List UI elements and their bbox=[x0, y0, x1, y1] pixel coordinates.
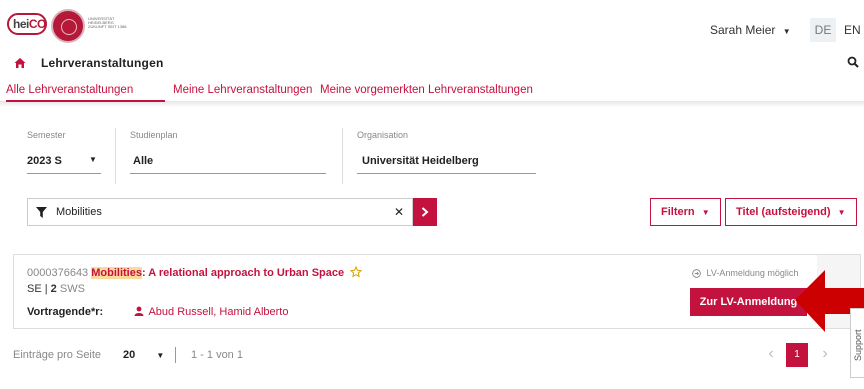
heico-logo[interactable]: heiCO bbox=[7, 13, 47, 35]
studienplan-underline bbox=[130, 173, 326, 174]
support-tab[interactable]: Support bbox=[850, 308, 864, 378]
caret-down-icon: ▼ bbox=[701, 208, 710, 217]
home-icon[interactable] bbox=[14, 57, 26, 69]
search-field[interactable]: Mobilities ✕ bbox=[27, 198, 413, 226]
pagination-next-icon[interactable]: › bbox=[818, 343, 832, 365]
top-bar: heiCO UNIVERSITÄT HEIDELBERG ZUKUNFT SEI… bbox=[0, 0, 864, 52]
sws-unit: SWS bbox=[59, 283, 85, 295]
course-type-line: SE | 2 SWS bbox=[27, 283, 85, 295]
organisation-label: Organisation bbox=[357, 130, 409, 140]
per-page-select[interactable]: 20 ▼ bbox=[123, 349, 164, 361]
studienplan-input[interactable]: Alle bbox=[133, 155, 153, 167]
pagination-prev-icon[interactable]: ‹ bbox=[764, 343, 778, 365]
search-input[interactable]: Mobilities bbox=[56, 206, 102, 218]
support-label: Support bbox=[853, 329, 863, 361]
course-id: 0000376643 bbox=[27, 267, 89, 279]
star-bookmark-icon[interactable] bbox=[349, 265, 363, 278]
university-seal-logo bbox=[51, 9, 85, 43]
sort-button-label: Titel (aufsteigend) bbox=[736, 206, 831, 218]
search-icon[interactable] bbox=[847, 56, 859, 68]
sort-button[interactable]: Titel (aufsteigend) ▼ bbox=[725, 198, 857, 226]
organisation-underline bbox=[357, 173, 536, 174]
filter-funnel-icon bbox=[36, 207, 47, 218]
result-range: 1 - 1 von 1 bbox=[191, 349, 243, 361]
course-type: SE bbox=[27, 283, 42, 295]
semester-underline bbox=[27, 173, 101, 174]
filter-divider bbox=[342, 128, 343, 184]
footer-divider bbox=[175, 347, 176, 363]
search-submit-button[interactable] bbox=[413, 198, 437, 226]
active-tab-indicator bbox=[6, 100, 165, 102]
user-menu[interactable]: Sarah Meier ▼ bbox=[710, 23, 791, 37]
lecturers-label: Vortragende*r: bbox=[27, 306, 104, 318]
university-logo-text: UNIVERSITÄT HEIDELBERG ZUKUNFT SEIT 1386 bbox=[88, 16, 127, 29]
chevron-right-icon bbox=[421, 207, 429, 217]
tab-bookmarked-courses[interactable]: Meine vorgemerkten Lehrveranstaltungen bbox=[320, 84, 533, 96]
enroll-button[interactable]: Zur LV-Anmeldung bbox=[690, 288, 807, 316]
page-title: Lehrveranstaltungen bbox=[41, 56, 164, 70]
course-title-highlight[interactable]: Mobilities bbox=[91, 267, 142, 279]
lecturers-link[interactable]: Abud Russell, Hamid Alberto bbox=[134, 306, 288, 318]
per-page-value: 20 bbox=[123, 349, 136, 361]
studienplan-label: Studienplan bbox=[130, 130, 178, 140]
tab-all-courses[interactable]: Alle Lehrveranstaltungen bbox=[6, 84, 133, 96]
course-separator: | bbox=[44, 283, 48, 295]
filter-divider bbox=[115, 128, 116, 184]
user-name: Sarah Meier bbox=[710, 23, 776, 37]
sws-value: 2 bbox=[50, 283, 57, 295]
lecturers-names: Abud Russell, Hamid Alberto bbox=[148, 306, 289, 318]
enrollment-status-text: LV-Anmeldung möglich bbox=[706, 268, 799, 278]
caret-down-icon: ▼ bbox=[782, 27, 791, 36]
organisation-input[interactable]: Universität Heidelberg bbox=[362, 155, 479, 167]
lang-de-button[interactable]: DE bbox=[810, 18, 836, 42]
arrow-circle-right-icon bbox=[692, 269, 701, 278]
filter-button-label: Filtern bbox=[661, 206, 695, 218]
pagination-current-page[interactable]: 1 bbox=[786, 343, 808, 367]
filter-button[interactable]: Filtern ▼ bbox=[650, 198, 721, 226]
lang-en-button[interactable]: EN bbox=[844, 23, 861, 37]
caret-down-icon: ▼ bbox=[837, 208, 846, 217]
enrollment-status: LV-Anmeldung möglich bbox=[692, 268, 798, 278]
clear-search-icon[interactable]: ✕ bbox=[394, 205, 404, 219]
course-title[interactable]: : A relational approach to Urban Space bbox=[142, 267, 344, 279]
semester-label: Semester bbox=[27, 130, 66, 140]
semester-chevron-down-icon[interactable]: ▼ bbox=[89, 155, 97, 164]
caret-down-icon: ▼ bbox=[156, 351, 165, 360]
person-icon bbox=[134, 306, 144, 316]
course-header: 0000376643 Mobilities: A relational appr… bbox=[27, 265, 363, 279]
semester-select-value[interactable]: 2023 S bbox=[27, 155, 62, 167]
tab-my-courses[interactable]: Meine Lehrveranstaltungen bbox=[173, 84, 312, 96]
per-page-label: Einträge pro Seite bbox=[13, 349, 102, 361]
